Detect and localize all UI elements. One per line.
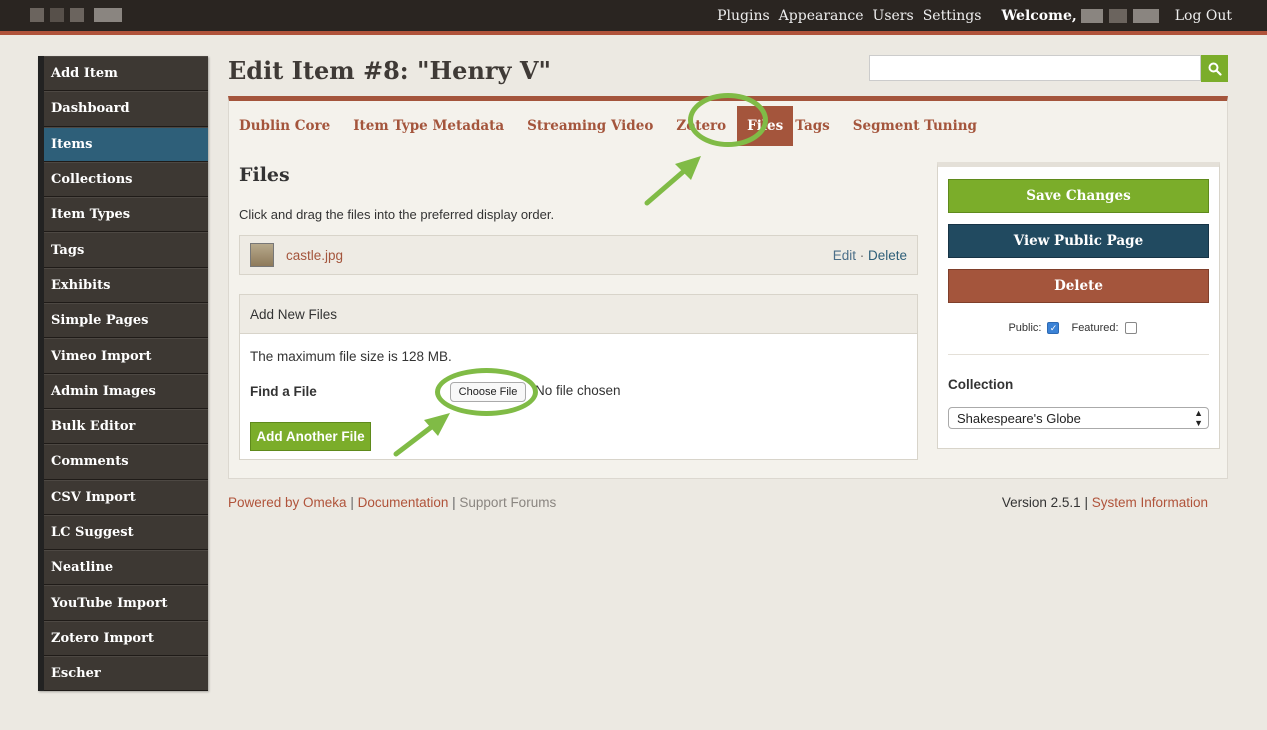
search-input[interactable]	[869, 55, 1201, 81]
sidebar-item-youtube-import[interactable]: YouTube Import	[44, 585, 208, 621]
add-new-files-box: Add New Files The maximum file size is 1…	[239, 294, 918, 460]
annotation-circle-choose-file	[435, 368, 538, 416]
view-public-page-button[interactable]: View Public Page	[948, 224, 1209, 258]
featured-label: Featured:	[1071, 322, 1119, 334]
annotation-circle-files-tab	[688, 93, 768, 147]
nav-users[interactable]: Users	[873, 8, 914, 24]
collection-select[interactable]: Shakespeare's Globe ▲ ▼	[948, 407, 1209, 429]
footer-separator: |	[346, 495, 358, 510]
collection-label: Collection	[948, 377, 1014, 392]
tab-streaming-video[interactable]: Streaming Video	[527, 113, 653, 139]
sidebar-item-simple-pages[interactable]: Simple Pages	[44, 303, 208, 339]
annotation-arrow-icon	[393, 413, 450, 457]
sidebar-item-add-item[interactable]: Add Item	[44, 56, 208, 92]
collection-selected-value: Shakespeare's Globe	[957, 410, 1081, 426]
sidebar-item-item-types[interactable]: Item Types	[44, 197, 208, 233]
system-information-link[interactable]: System Information	[1092, 495, 1208, 510]
sidebar-item-bulk-editor[interactable]: Bulk Editor	[44, 408, 208, 445]
sidebar-item-dashboard[interactable]: Dashboard	[44, 91, 208, 127]
site-logo[interactable]	[30, 6, 130, 26]
sidebar-item-admin-images[interactable]: Admin Images	[44, 373, 208, 409]
footer-separator: |	[448, 495, 460, 510]
featured-checkbox[interactable]	[1124, 322, 1137, 334]
no-file-chosen-text: No file chosen	[535, 383, 621, 398]
sidebar-item-lc-suggest[interactable]: LC Suggest	[44, 514, 208, 551]
file-actions: Edit · Delete	[833, 248, 907, 263]
top-bar: Plugins Appearance Users Settings Welcom…	[0, 0, 1267, 35]
sidebar-item-csv-import[interactable]: CSV Import	[44, 479, 208, 515]
search-button[interactable]	[1201, 55, 1228, 82]
nav-appearance[interactable]: Appearance	[779, 8, 864, 24]
sidebar-item-comments[interactable]: Comments	[44, 444, 208, 480]
tab-segment-tuning[interactable]: Segment Tuning	[853, 113, 977, 139]
files-heading: Files	[239, 164, 290, 186]
powered-by-omeka-link[interactable]: Powered by Omeka	[228, 495, 347, 510]
sidebar-item-zotero-import[interactable]: Zotero Import	[44, 620, 208, 657]
file-row[interactable]: castle.jpg Edit · Delete	[239, 235, 918, 275]
sidebar-nav: Add Item Dashboard Items Collections Ite…	[38, 56, 208, 692]
footer-separator: |	[1080, 495, 1092, 510]
sidebar-item-escher[interactable]: Escher	[44, 656, 208, 692]
user-name[interactable]	[1080, 8, 1161, 23]
sidebar-item-tags[interactable]: Tags	[44, 232, 208, 268]
add-another-file-button[interactable]: Add Another File	[250, 422, 371, 451]
public-checkbox[interactable]: ✓	[1047, 322, 1060, 334]
nav-plugins[interactable]: Plugins	[717, 8, 770, 24]
tab-dublin-core[interactable]: Dublin Core	[239, 113, 330, 139]
footer-version: Version 2.5.1 | System Information	[1002, 495, 1208, 510]
item-actions-panel: Save Changes View Public Page Delete Pub…	[937, 162, 1220, 449]
search-bar	[869, 55, 1228, 82]
file-thumbnail	[250, 243, 274, 267]
max-file-size-text: The maximum file size is 128 MB.	[250, 349, 452, 364]
version-text: Version 2.5.1	[1001, 495, 1081, 510]
file-delete-link[interactable]: Delete	[868, 248, 907, 263]
page-title: Edit Item #8: "Henry V"	[228, 56, 551, 85]
find-file-label: Find a File	[250, 384, 317, 399]
file-actions-separator: ·	[855, 247, 868, 263]
sidebar-item-items[interactable]: Items	[44, 126, 208, 162]
delete-item-button[interactable]: Delete	[948, 269, 1209, 303]
tab-tags[interactable]: Tags	[795, 113, 830, 139]
section-tabs: Dublin Core Item Type Metadata Streaming…	[239, 106, 1000, 146]
sidebar-item-neatline[interactable]: Neatline	[44, 550, 208, 586]
edit-item-panel: Dublin Core Item Type Metadata Streaming…	[228, 93, 1228, 479]
sidebar-item-collections[interactable]: Collections	[44, 161, 208, 198]
drag-hint: Click and drag the files into the prefer…	[239, 207, 555, 222]
tab-item-type-metadata[interactable]: Item Type Metadata	[353, 113, 504, 139]
sidebar-item-exhibits[interactable]: Exhibits	[44, 267, 208, 304]
nav-settings[interactable]: Settings	[923, 8, 982, 24]
visibility-row: Public: ✓ Featured:	[938, 322, 1219, 334]
annotation-arrow-icon	[644, 156, 701, 206]
sidebar-item-vimeo-import[interactable]: Vimeo Import	[44, 338, 208, 374]
footer-links: Powered by Omeka | Documentation | Suppo…	[228, 495, 556, 510]
documentation-link[interactable]: Documentation	[358, 495, 449, 510]
welcome-text: Welcome,	[1001, 7, 1077, 24]
file-edit-link[interactable]: Edit	[833, 248, 856, 263]
file-name-link[interactable]: castle.jpg	[286, 248, 343, 263]
logout-link[interactable]: Log Out	[1175, 8, 1232, 24]
public-label: Public:	[1008, 322, 1042, 334]
save-changes-button[interactable]: Save Changes	[948, 179, 1209, 213]
top-nav: Plugins Appearance Users Settings Welcom…	[708, 0, 1232, 31]
add-new-files-header: Add New Files	[240, 295, 917, 334]
support-forums-link[interactable]: Support Forums	[459, 495, 556, 510]
divider	[948, 354, 1209, 355]
search-icon	[1208, 62, 1222, 76]
select-arrows-icon: ▲ ▼	[1194, 408, 1203, 428]
